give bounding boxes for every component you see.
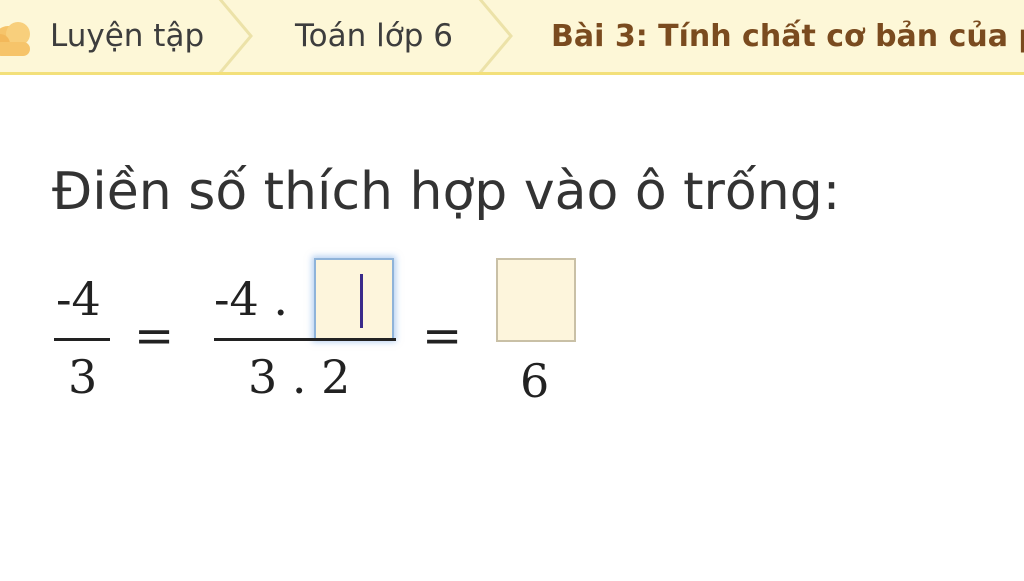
fraction-bar [214,338,396,341]
cloud-home-icon [0,12,36,60]
result-numerator-input[interactable] [496,258,576,342]
equals-sign: = [422,308,463,364]
breadcrumb-item-luyen-tap[interactable]: Luyện tập [0,0,235,72]
equals-sign: = [134,308,175,364]
question-prompt: Điền số thích hợp vào ô trống: [52,162,841,222]
fraction-expanded-denominator: 3 . 2 [248,350,351,404]
fraction-bar [54,338,110,341]
numerator-multiplier-input[interactable] [314,258,394,340]
breadcrumb-label-home: Luyện tập [50,18,205,54]
breadcrumb-label-subject: Toán lớp 6 [295,18,453,54]
fraction-result-denominator: 6 [520,354,550,408]
breadcrumb-label-lesson: Bài 3: Tính chất cơ bản của ph [551,18,1024,54]
breadcrumb-item-toan-lop-6[interactable]: Toán lớp 6 [235,0,495,72]
fraction-expanded-numerator-prefix: -4 . [214,272,289,326]
fraction-given-denominator: 3 [68,350,98,404]
breadcrumb: Luyện tập Toán lớp 6 Bài 3: Tính chất cơ… [0,0,1024,75]
text-caret [360,274,363,328]
breadcrumb-item-current-lesson: Bài 3: Tính chất cơ bản của ph [495,0,1024,72]
fraction-given-numerator: -4 [56,272,101,326]
